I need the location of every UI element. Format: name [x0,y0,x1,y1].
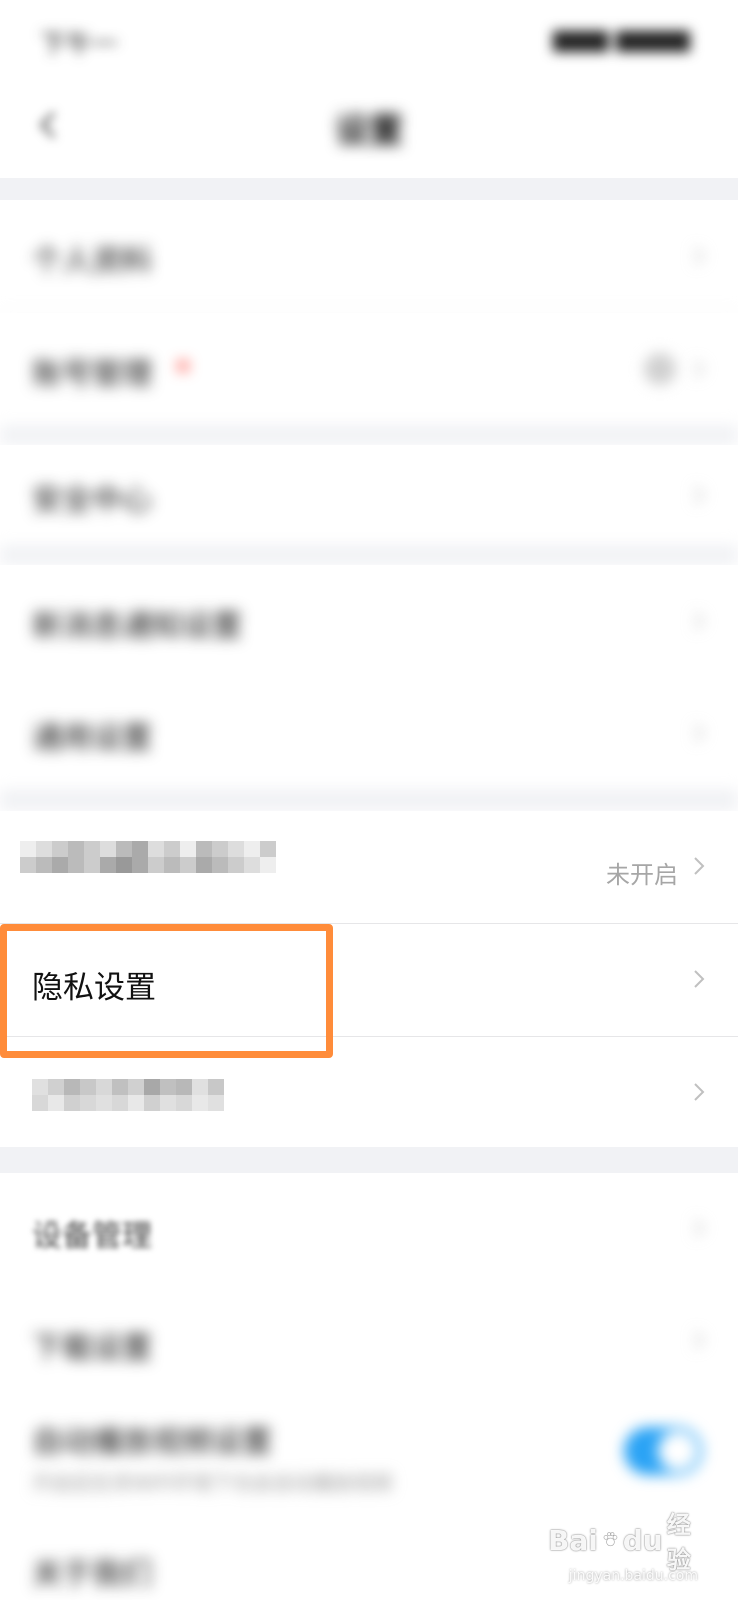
chevron-right-icon [686,1079,712,1105]
device-management-label: 设备管理 [32,1219,152,1254]
settings-row-account[interactable]: 账号管理 [0,313,738,425]
highlight-box [0,924,333,1058]
chevron-right-icon [686,1215,712,1241]
row-sublabel: 开启后在非WiFi环境下也会自动播放视频 [32,1471,393,1495]
paw-icon [603,1532,618,1547]
section-gap [0,178,738,200]
pixelated-label-3 [32,1079,224,1095]
settings-row-device-management[interactable]: 设备管理 [0,1173,738,1285]
chevron-right-icon [686,720,712,746]
row-label: 下载设置 [32,1331,152,1366]
row-label: 关于我们 [32,1557,152,1592]
chevron-right-icon [686,608,712,634]
row-label: 自动播放视频设置 [32,1425,272,1460]
row-label: 安全中心 [32,483,152,518]
status-label: 未开启 [606,861,678,889]
row-label: 通用设置 [32,721,152,756]
status-time: 下午一 [40,30,119,60]
chevron-right-icon [686,243,712,269]
section-gap [0,1147,738,1173]
settings-row-security[interactable]: 安全中心 [0,445,738,545]
settings-row-general[interactable]: 通用设置 [0,677,738,789]
page-title: 设置 [335,111,403,151]
settings-row-download[interactable]: 下载设置 [0,1285,738,1397]
pixelated-label-4 [32,1095,224,1111]
chevron-right-icon [686,853,712,879]
section-gap [0,425,738,445]
row-label: 账号管理 [32,357,152,392]
settings-screen: 下午一 ▆▆▆ ▆▆▆▆ 设置 个人资料 账号管理 安全中心 新消息通知设置 通… [0,0,738,1600]
nav-bar: 设置 [0,85,738,175]
status-bar: 下午一 ▆▆▆ ▆▆▆▆ [0,0,738,85]
row-label: 新消息通知设置 [32,609,242,644]
chevron-right-icon [686,966,712,992]
settings-row-profile[interactable]: 个人资料 [0,200,738,312]
toggle-knob [658,1431,698,1471]
notification-dot [178,361,188,371]
settings-row-autoplay[interactable]: 自动播放视频设置 开启后在非WiFi环境下也会自动播放视频 [0,1397,738,1517]
settings-row-mosaic[interactable]: 未开启 [0,811,738,923]
baidu-watermark: Bai du 经验 jingyan.baidu.com [548,1510,698,1584]
section-gap [0,545,738,565]
section-gap [0,789,738,811]
settings-row-notifications[interactable]: 新消息通知设置 [0,565,738,677]
watermark-suffix: 经验 [666,1511,691,1574]
chevron-right-icon [686,482,712,508]
watermark-brand-2: du [622,1523,663,1557]
watermark-brand: Bai [548,1523,598,1557]
autoplay-toggle[interactable] [624,1427,702,1475]
pixelated-label [20,841,276,857]
pixelated-label-2 [20,857,276,873]
watermark-url: jingyan.baidu.com [568,1568,698,1584]
avatar [644,353,676,385]
chevron-right-icon [686,356,712,382]
chevron-right-icon [686,1327,712,1353]
row-label: 个人资料 [32,244,152,279]
status-indicators: ▆▆▆ ▆▆▆▆ [553,24,690,52]
